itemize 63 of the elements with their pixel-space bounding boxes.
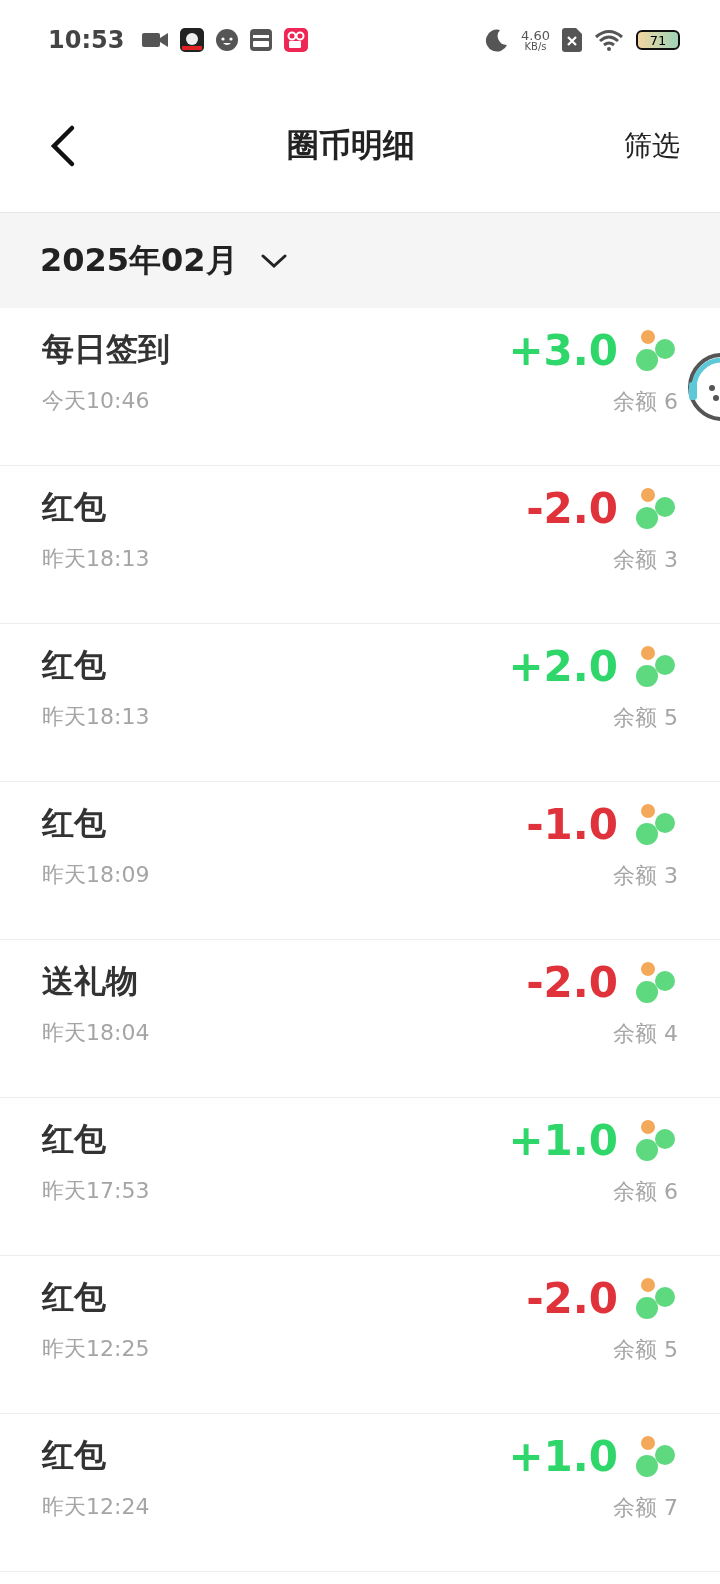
record-title: 红包 xyxy=(42,645,107,686)
record-row[interactable]: 红包 昨天18:09 -1.0 余额 3 xyxy=(0,782,720,940)
record-amount: +1.0 xyxy=(508,1432,618,1481)
record-balance: 余额 3 xyxy=(613,862,678,890)
record-row[interactable]: 红包 昨天17:53 +1.0 余额 6 xyxy=(0,1098,720,1256)
record-balance: 余额 5 xyxy=(613,704,678,732)
record-title: 送礼物 xyxy=(42,961,139,1002)
network-speed-unit: KB/s xyxy=(524,41,547,52)
baby-face-icon xyxy=(216,29,239,51)
video-camera-icon xyxy=(142,31,169,49)
no-sim-icon xyxy=(562,28,582,52)
clock: 10:53 xyxy=(48,26,125,54)
record-title: 每日签到 xyxy=(42,329,170,370)
record-amount: +3.0 xyxy=(508,326,618,375)
record-row[interactable]: 红包 昨天18:13 +2.0 余额 5 xyxy=(0,624,720,782)
record-time: 昨天18:04 xyxy=(42,1019,150,1047)
coin-icon xyxy=(634,1434,678,1479)
card-icon xyxy=(250,29,273,51)
record-time: 昨天18:13 xyxy=(42,545,150,573)
record-amount: -1.0 xyxy=(526,800,618,849)
coin-icon xyxy=(634,802,678,847)
record-balance: 余额 6 xyxy=(613,1178,678,1206)
moon-icon xyxy=(485,28,510,52)
record-amount: -2.0 xyxy=(526,1274,618,1323)
record-amount: -2.0 xyxy=(526,484,618,533)
record-title: 红包 xyxy=(42,487,107,528)
filter-button[interactable]: 筛选 xyxy=(624,127,680,165)
record-amount: -2.0 xyxy=(526,958,618,1007)
app-icon xyxy=(180,28,205,52)
coin-icon xyxy=(634,1276,678,1321)
record-row[interactable]: 送礼物 昨天18:04 -2.0 余额 4 xyxy=(0,940,720,1098)
record-title: 红包 xyxy=(42,803,107,844)
month-selector[interactable]: 2025年02月 xyxy=(0,213,720,308)
record-row[interactable]: 红包 昨天18:13 -2.0 余额 3 xyxy=(0,466,720,624)
record-balance: 余额 7 xyxy=(613,1494,678,1522)
record-balance: 余额 6 xyxy=(613,388,678,416)
record-amount: +1.0 xyxy=(508,1116,618,1165)
record-time: 昨天18:09 xyxy=(42,861,150,889)
coin-icon xyxy=(634,644,678,689)
record-time: 昨天18:13 xyxy=(42,703,150,731)
record-balance: 余额 4 xyxy=(613,1020,678,1048)
coin-icon xyxy=(634,486,678,531)
record-amount: +2.0 xyxy=(508,642,618,691)
chevron-down-icon xyxy=(259,252,288,269)
record-title: 红包 xyxy=(42,1435,107,1476)
record-title: 红包 xyxy=(42,1119,107,1160)
record-title: 红包 xyxy=(42,1277,107,1318)
record-time: 今天10:46 xyxy=(42,387,151,415)
record-balance: 余额 3 xyxy=(613,546,678,574)
record-row[interactable]: 红包 昨天12:25 -2.0 余额 5 xyxy=(0,1256,720,1414)
record-time: 昨天17:53 xyxy=(42,1177,150,1205)
page-title: 圈币明细 xyxy=(286,125,416,166)
record-time: 昨天12:24 xyxy=(42,1493,150,1521)
record-row[interactable]: 红包 昨天12:24 +1.0 余额 7 xyxy=(0,1414,720,1572)
record-balance: 余额 5 xyxy=(613,1336,678,1364)
coin-icon xyxy=(634,328,678,373)
app-icon xyxy=(284,28,309,52)
wifi-icon xyxy=(594,29,624,51)
record-time: 昨天12:25 xyxy=(42,1335,150,1363)
battery-indicator: 71 xyxy=(636,30,680,50)
network-speed: 4.60 xyxy=(521,28,550,42)
coin-icon xyxy=(634,960,678,1005)
coin-icon xyxy=(634,1118,678,1163)
